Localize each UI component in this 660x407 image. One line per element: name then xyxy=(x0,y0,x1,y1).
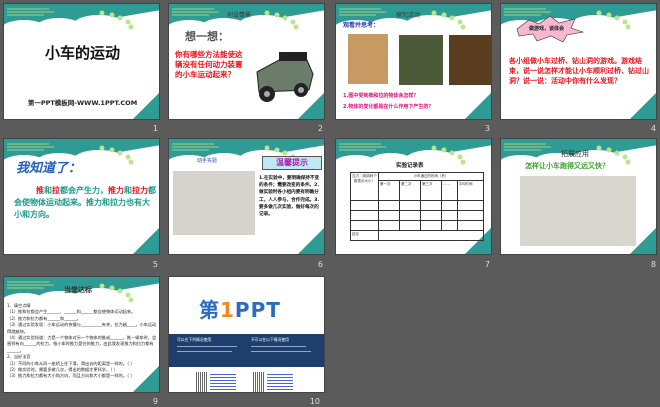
slide-question: 你有哪些方法能使这辆没有任何动力装置的小车运动起来？ xyxy=(175,50,243,79)
slide-footer: 第一PPT模板网-WWW.1PPT.COM xyxy=(27,99,138,107)
slide-number: 10 xyxy=(309,397,320,406)
street-photo xyxy=(399,35,443,85)
slide-number: 3 xyxy=(484,124,490,133)
pushing-cart-photo xyxy=(348,34,388,84)
header-cell: 第二次 xyxy=(399,180,421,201)
header-cell: …… xyxy=(441,180,458,201)
word-pull: 拉 xyxy=(52,186,60,195)
header-cell: 平均时间 xyxy=(456,180,485,201)
slide-number: 7 xyxy=(484,260,490,269)
slide-number: 2 xyxy=(317,124,323,133)
link-list xyxy=(210,374,236,390)
header-cell: 小车通过的时间（秒） xyxy=(378,172,484,181)
word-push: 推 xyxy=(36,186,44,195)
slide-header-decoration xyxy=(4,4,159,34)
slide-title: 我知道了： xyxy=(16,161,82,176)
exercise-line: （1）推和拉都会产生______、______和______都会使物体运动起来。 xyxy=(7,309,136,315)
slide-number: 1 xyxy=(152,124,158,133)
slide-title: 实验记录表 xyxy=(396,163,424,169)
word-push-force: 推力 xyxy=(108,186,124,195)
slide-thumbnail-2[interactable]: 创设情景 想一想： 你有哪些方法能使这辆没有任何动力装置的小车运动起来？ xyxy=(168,3,325,120)
conclusion-label: 结论 xyxy=(350,230,379,241)
header-cell: 第一次 xyxy=(378,180,400,201)
word-pull-force: 拉力 xyxy=(132,186,148,195)
slide-title: 小车的运动 xyxy=(44,44,120,62)
link-list xyxy=(267,374,293,390)
slide-thumbnail-5[interactable]: 我知道了： 推和拉都会产生力，推力和拉力都会使物体运动起来。推力和拉力也有大小和… xyxy=(3,138,160,255)
slide-thumbnail-7[interactable]: 实验记录表 拉力（用钩码个数表示大小） 小车通过的时间（秒） 第一次 第二次 第三次…… xyxy=(335,138,492,255)
slide-thumbnail-8[interactable]: 拓展应用 怎样让小车跑得又远又快？ xyxy=(500,138,657,255)
slide-thumbnail-3[interactable]: 探究活动 观看并思考： 1.图中受到推和拉的物体会怎样？ 2.物体的变化都是在什… xyxy=(335,3,492,120)
record-table: 拉力（用钩码个数表示大小） 小车通过的时间（秒） 第一次 第二次 第三次…… 平均时间 … xyxy=(350,172,485,241)
experiment-photo xyxy=(173,171,255,235)
slide-subtitle: 想一想： xyxy=(185,30,229,43)
jeep-image xyxy=(256,52,314,102)
slide-thumbnail-1[interactable]: 小车的运动 第一PPT模板网-WWW.1PPT.COM xyxy=(3,3,160,120)
allowed-title: 可以在下列情况使用 xyxy=(177,337,212,342)
header-cell: 拉力（用钩码个数表示大小） xyxy=(350,172,379,201)
slide-thumbnail-4[interactable]: 做游戏，谈体会 各小组做小车过桥、钻山洞的游戏。游戏结束，说一说怎样才能让小车顺… xyxy=(500,3,657,120)
slide-header: 动手实验 xyxy=(197,158,218,164)
exercise-list: 1、填空点睛 （1）推和拉都会产生______、______和______都会使… xyxy=(7,303,157,380)
body-text: 和 xyxy=(124,186,132,195)
brand-logo: 第1PPT xyxy=(199,298,281,322)
slide-header: 探究活动 xyxy=(396,12,421,19)
slide-number: 5 xyxy=(152,260,158,269)
slide-header-decoration xyxy=(336,4,491,34)
exercise-line: （3）通过实验发现：小车运动的快慢与__________有关，拉力越____，小… xyxy=(7,322,157,334)
children-experiment-photo xyxy=(520,176,636,246)
question-2: 2.物体的变化都是在什么作用下产生的？ xyxy=(343,104,434,110)
exercise-line: （4）通过实验知道：力是一个物体对另一个物体的推或______，推一辆车时，会感… xyxy=(7,335,157,353)
banner-text: 做游戏，谈体会 xyxy=(529,26,565,32)
slide-header: 创设情景 xyxy=(227,12,252,19)
slide-number: 4 xyxy=(650,124,656,133)
door-photo xyxy=(449,35,491,85)
body-text: 都会产生力， xyxy=(60,186,108,195)
slide-prompt: 观看并思考： xyxy=(343,22,380,29)
slide-thumbnail-10[interactable]: 第1PPT 可以在下列情况使用 不可以在以下情况使用 xyxy=(168,276,325,393)
qr-code-icon xyxy=(253,372,265,392)
slide-header: 拓展应用 xyxy=(561,150,589,158)
corner-decoration xyxy=(630,93,656,119)
exercise-line: （3）推力和拉力都有大小和方向，而且方向和大小都是一样的。（ ） xyxy=(7,373,135,379)
tip-title: 温馨提示 xyxy=(262,156,322,170)
slide-thumbnail-9[interactable]: 当堂达标 1、填空点睛 （1）推和拉都会产生______、______和____… xyxy=(3,276,160,393)
header-cell: 第三次 xyxy=(420,180,442,201)
slide-number: 9 xyxy=(152,397,158,406)
usage-panel: 可以在下列情况使用 不可以在以下情况使用 xyxy=(169,334,324,367)
slide-body: 推和拉都会产生力，推力和拉力都会使物体运动起来。推力和拉力也有大小和方向。 xyxy=(14,185,156,221)
corner-decoration xyxy=(465,93,491,119)
corner-decoration xyxy=(298,228,324,254)
qr-code-icon xyxy=(196,372,208,392)
question-1: 1.图中受到推和拉的物体会怎样？ xyxy=(343,93,419,99)
slide-thumbnail-6[interactable]: 动手实验 温馨提示 1.在实验中，要明确保持不变的条件；需要改变的条件。2.做实… xyxy=(168,138,325,255)
slide-question: 怎样让小车跑得又远又快？ xyxy=(525,162,609,170)
slide-number: 6 xyxy=(317,260,323,269)
corner-decoration xyxy=(133,228,159,254)
slide-body: 各小组做小车过桥、钻山洞的游戏。游戏结束，说一说怎样才能让小车顺利过桥、钻过山洞… xyxy=(509,57,649,85)
body-text: 和 xyxy=(44,186,52,195)
not-allowed-title: 不可以在以下情况使用 xyxy=(251,337,289,342)
slide-number: 8 xyxy=(650,260,656,269)
slide-header: 当堂达标 xyxy=(64,286,92,294)
tip-list: 1.在实验中，要明确保持不变的条件；需要改变的条件。2.做实验时各小组内要有明确… xyxy=(259,176,320,218)
